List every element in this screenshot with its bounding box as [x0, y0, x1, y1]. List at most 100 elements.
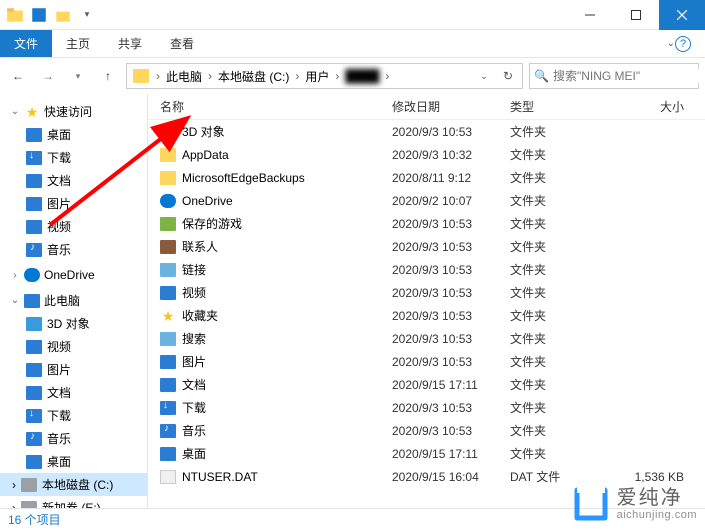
file-date: 2020/9/3 10:32	[392, 148, 510, 162]
tab-view[interactable]: 查看	[156, 30, 208, 57]
chevron-right-icon[interactable]: ›	[207, 69, 213, 83]
pc-icon	[24, 294, 40, 308]
sidebar-item-documents[interactable]: 文档	[0, 169, 147, 192]
sidebar-item-videos2[interactable]: 视频	[0, 335, 147, 358]
crumb-disk[interactable]: 本地磁盘 (C:)	[215, 68, 292, 85]
file-date: 2020/8/11 9:12	[392, 171, 510, 185]
pic-icon	[160, 355, 176, 369]
file-date: 2020/9/3 10:53	[392, 424, 510, 438]
file-row[interactable]: ★收藏夹2020/9/3 10:53文件夹	[148, 304, 705, 327]
chevron-down-icon[interactable]: ⌄	[10, 106, 20, 117]
file-list[interactable]: 名称 修改日期 类型 大小 3D 对象2020/9/3 10:53文件夹 AppD…	[148, 94, 705, 508]
sidebar-item-disk-e[interactable]: ›新加卷 (E:)	[0, 496, 147, 508]
search-box[interactable]: 🔍	[529, 63, 699, 89]
file-row[interactable]: 3D 对象2020/9/3 10:53文件夹	[148, 120, 705, 143]
file-row[interactable]: 下载2020/9/3 10:53文件夹	[148, 396, 705, 419]
qat-chevron-icon[interactable]: ▾	[78, 6, 96, 24]
col-type[interactable]: 类型	[510, 98, 614, 115]
sidebar-item-desktop[interactable]: 桌面	[0, 123, 147, 146]
sidebar-item-downloads2[interactable]: 下载	[0, 404, 147, 427]
help-icon[interactable]: ?	[675, 36, 691, 52]
file-row[interactable]: 桌面2020/9/15 17:11文件夹	[148, 442, 705, 465]
file-name: AppData	[182, 148, 229, 162]
chevron-right-icon[interactable]: ›	[12, 478, 16, 492]
chevron-down-icon[interactable]: ⌄	[10, 295, 20, 306]
forward-button[interactable]: →	[36, 64, 60, 88]
tab-file[interactable]: 文件	[0, 30, 52, 57]
sidebar-item-documents2[interactable]: 文档	[0, 381, 147, 404]
sidebar-item-3d[interactable]: 3D 对象	[0, 312, 147, 335]
refresh-button[interactable]: ↻	[496, 64, 520, 88]
file-row[interactable]: 图片2020/9/3 10:53文件夹	[148, 350, 705, 373]
chevron-right-icon[interactable]: ›	[10, 270, 20, 281]
crumb-users[interactable]: 用户	[302, 68, 332, 85]
file-row[interactable]: 链接2020/9/3 10:53文件夹	[148, 258, 705, 281]
tab-share[interactable]: 共享	[104, 30, 156, 57]
game-icon	[160, 217, 176, 231]
address-bar[interactable]: › 此电脑 › 本地磁盘 (C:) › 用户 › ████ › ⌄ ↻	[126, 63, 523, 89]
navigation-pane[interactable]: ⌄ ★ 快速访问 桌面 下载 文档 图片 视频 音乐 › OneDrive ⌄ …	[0, 94, 148, 508]
address-dropdown[interactable]: ⌄	[472, 64, 496, 88]
file-date: 2020/9/3 10:53	[392, 332, 510, 346]
back-button[interactable]: ←	[6, 64, 30, 88]
file-row[interactable]: OneDrive2020/9/2 10:07文件夹	[148, 189, 705, 212]
sidebar-item-desktop2[interactable]: 桌面	[0, 450, 147, 473]
col-size[interactable]: 大小	[614, 98, 684, 115]
sidebar-item-disk-c[interactable]: ›本地磁盘 (C:)	[0, 473, 147, 496]
chevron-right-icon[interactable]: ›	[294, 69, 300, 83]
ribbon-collapse[interactable]: ⌄ ?	[657, 30, 705, 57]
file-type: 文件夹	[510, 376, 614, 393]
picture-icon	[26, 363, 42, 377]
file-row[interactable]: 联系人2020/9/3 10:53文件夹	[148, 235, 705, 258]
column-headers[interactable]: 名称 修改日期 类型 大小	[148, 94, 705, 120]
star-icon: ★	[160, 309, 176, 323]
sidebar-item-pictures[interactable]: 图片	[0, 192, 147, 215]
disk-icon	[21, 478, 37, 492]
qat-properties-icon[interactable]	[30, 6, 48, 24]
file-row[interactable]: MicrosoftEdgeBackups2020/8/11 9:12文件夹	[148, 166, 705, 189]
file-type: 文件夹	[510, 261, 614, 278]
sidebar-item-music[interactable]: 音乐	[0, 238, 147, 261]
minimize-button[interactable]	[567, 0, 613, 30]
maximize-button[interactable]	[613, 0, 659, 30]
close-button[interactable]	[659, 0, 705, 30]
chevron-right-icon[interactable]: ›	[334, 69, 340, 83]
file-date: 2020/9/15 16:04	[392, 470, 510, 484]
file-date: 2020/9/3 10:53	[392, 240, 510, 254]
music-icon	[160, 424, 176, 438]
col-date[interactable]: 修改日期	[392, 98, 510, 115]
download-icon	[26, 151, 42, 165]
file-date: 2020/9/2 10:07	[392, 194, 510, 208]
up-button[interactable]: ↑	[96, 64, 120, 88]
onedrive-icon	[24, 268, 40, 282]
file-row[interactable]: 音乐 2020/9/3 10:53文件夹	[148, 419, 705, 442]
sidebar-item-videos[interactable]: 视频	[0, 215, 147, 238]
explorer-icon	[6, 6, 24, 24]
col-name[interactable]: 名称	[160, 98, 392, 115]
sidebar-onedrive[interactable]: › OneDrive	[0, 265, 147, 285]
crumb-pc[interactable]: 此电脑	[163, 68, 205, 85]
qat-new-folder-icon[interactable]	[54, 6, 72, 24]
recent-locations[interactable]: ▾	[66, 64, 90, 88]
disk-icon	[21, 501, 37, 509]
sidebar-item-pictures2[interactable]: 图片	[0, 358, 147, 381]
chevron-right-icon[interactable]: ›	[12, 501, 16, 509]
crumb-user[interactable]: ████	[342, 69, 382, 83]
file-row[interactable]: 保存的游戏2020/9/3 10:53文件夹	[148, 212, 705, 235]
sidebar-item-music2[interactable]: 音乐	[0, 427, 147, 450]
chevron-right-icon[interactable]: ›	[155, 69, 161, 83]
nav-row: ← → ▾ ↑ › 此电脑 › 本地磁盘 (C:) › 用户 › ████ › …	[0, 58, 705, 94]
file-row[interactable]: 视频2020/9/3 10:53文件夹	[148, 281, 705, 304]
file-type: 文件夹	[510, 422, 614, 439]
file-row[interactable]: 文档2020/9/15 17:11文件夹	[148, 373, 705, 396]
file-name: 音乐	[182, 422, 206, 439]
chevron-right-icon[interactable]: ›	[384, 69, 390, 83]
sidebar-quick-access[interactable]: ⌄ ★ 快速访问	[0, 100, 147, 123]
file-row[interactable]: 搜索2020/9/3 10:53文件夹	[148, 327, 705, 350]
file-row[interactable]: AppData2020/9/3 10:32文件夹	[148, 143, 705, 166]
sidebar-item-downloads[interactable]: 下载	[0, 146, 147, 169]
sidebar-this-pc[interactable]: ⌄ 此电脑	[0, 289, 147, 312]
search-input[interactable]	[553, 69, 705, 83]
file-name: 联系人	[182, 238, 218, 255]
tab-home[interactable]: 主页	[52, 30, 104, 57]
